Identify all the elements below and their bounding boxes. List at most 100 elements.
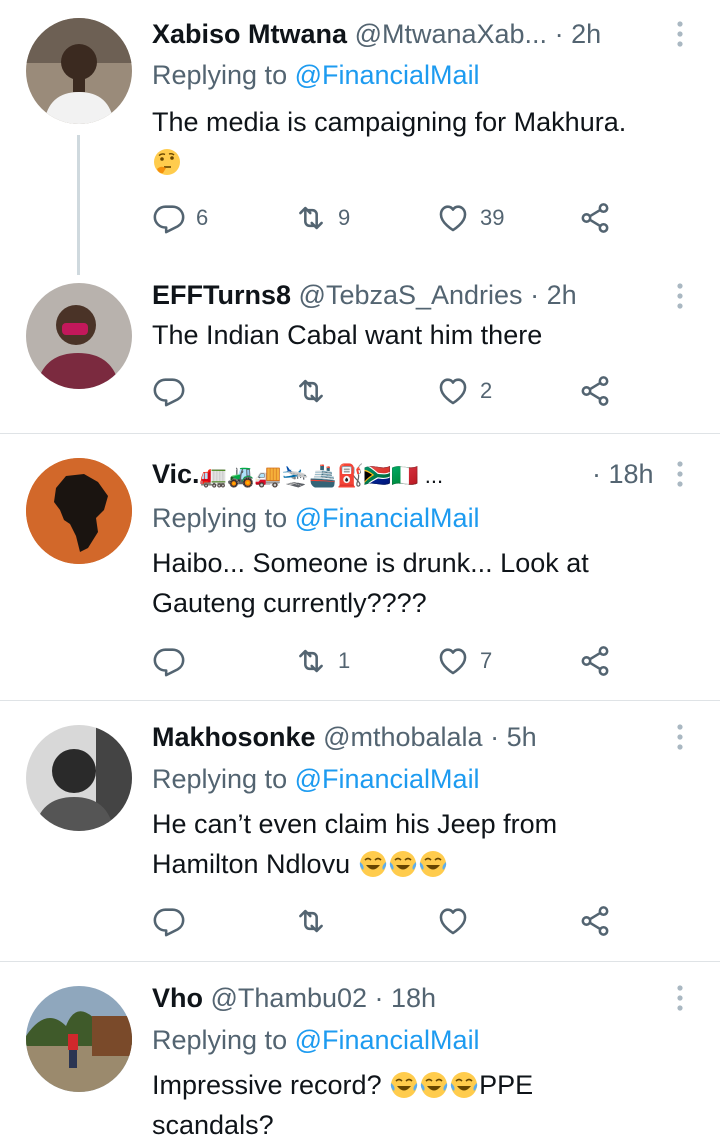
like-button[interactable]: 2 bbox=[436, 371, 492, 411]
author-handle[interactable]: @MtwanaXab... bbox=[355, 19, 548, 49]
reply-icon bbox=[152, 644, 186, 678]
tweet-actions: 2 bbox=[152, 371, 622, 411]
retweet-button[interactable]: 9 bbox=[294, 198, 350, 238]
timestamp[interactable]: · 18h bbox=[375, 983, 437, 1013]
tears-of-joy-icon bbox=[418, 849, 448, 879]
author-name[interactable]: EFFTurns8 bbox=[152, 280, 291, 310]
mention-link[interactable]: @FinancialMail bbox=[295, 503, 480, 533]
author-name[interactable]: Xabiso Mtwana bbox=[152, 19, 347, 49]
tweet-text: Impressive record? PPE scandals? bbox=[152, 1065, 692, 1145]
like-button[interactable] bbox=[436, 901, 470, 941]
replying-to: Replying to @FinancialMail bbox=[152, 58, 480, 92]
timestamp[interactable]: · 18h bbox=[592, 459, 654, 489]
more-options-icon[interactable] bbox=[670, 720, 690, 754]
reply-button[interactable] bbox=[152, 641, 186, 681]
tweet-actions bbox=[152, 901, 622, 941]
reply-icon bbox=[152, 374, 186, 408]
tweet-text: The Indian Cabal want him there bbox=[152, 320, 543, 350]
reply-icon bbox=[152, 201, 186, 235]
retweet-button[interactable] bbox=[294, 901, 328, 941]
replying-prefix: Replying to bbox=[152, 1025, 295, 1055]
avatar[interactable] bbox=[26, 458, 132, 564]
share-icon bbox=[578, 374, 612, 408]
share-button[interactable] bbox=[578, 371, 612, 411]
more-options-icon[interactable] bbox=[670, 17, 690, 51]
tears-of-joy-icon bbox=[419, 1070, 449, 1100]
like-button[interactable]: 39 bbox=[436, 198, 504, 238]
share-icon bbox=[578, 201, 612, 235]
name-emojis: 🚛🚜🚚🛬🚢⛽🇿🇦🇮🇹 ... bbox=[199, 463, 444, 488]
share-button[interactable] bbox=[578, 198, 612, 238]
replying-to: Replying to @FinancialMail bbox=[152, 501, 480, 535]
reply-button[interactable] bbox=[152, 901, 186, 941]
tweet-actions: 1 7 bbox=[152, 641, 622, 681]
tweet-vic[interactable]: Vic.🚛🚜🚚🛬🚢⛽🇿🇦🇮🇹 ... · 18h Replying to @Fi… bbox=[0, 434, 720, 700]
tweet-vho[interactable]: Vho @Thambu02 · 18h Replying to @Financi… bbox=[0, 962, 720, 1144]
retweet-button[interactable] bbox=[294, 371, 328, 411]
avatar[interactable] bbox=[26, 725, 132, 831]
share-icon bbox=[578, 904, 612, 938]
reply-count: 6 bbox=[196, 205, 209, 230]
tweet-header: Xabiso Mtwana @MtwanaXab... · 2h bbox=[152, 17, 601, 51]
mention-link[interactable]: @FinancialMail bbox=[295, 1025, 480, 1055]
like-count: 2 bbox=[480, 378, 493, 403]
replying-prefix: Replying to bbox=[152, 764, 295, 794]
tears-of-joy-icon bbox=[388, 849, 418, 879]
avatar[interactable] bbox=[26, 18, 132, 124]
tweet-text: He can’t even claim his Jeep from Hamilt… bbox=[152, 804, 692, 884]
reply-button[interactable] bbox=[152, 371, 186, 411]
tweet-xabiso[interactable]: Xabiso Mtwana @MtwanaXab... · 2h Replyin… bbox=[0, 0, 720, 275]
replying-prefix: Replying to bbox=[152, 60, 295, 90]
like-count: 7 bbox=[480, 648, 493, 673]
tweet-text-line: He can’t even claim his Jeep from bbox=[152, 809, 558, 839]
mention-link[interactable]: @FinancialMail bbox=[295, 764, 480, 794]
share-icon bbox=[578, 644, 612, 678]
share-button[interactable] bbox=[578, 641, 612, 681]
tweet-effturns8[interactable]: EFFTurns8 @TebzaS_Andries · 2h The India… bbox=[0, 275, 720, 433]
tweet-text-line: Impressive record? bbox=[152, 1070, 390, 1100]
tweet-makhosonke[interactable]: Makhosonke @mthobalala · 5h Replying to … bbox=[0, 701, 720, 961]
retweet-count: 1 bbox=[338, 648, 351, 673]
tweet-header: Vic.🚛🚜🚚🛬🚢⛽🇿🇦🇮🇹 ... bbox=[152, 457, 443, 493]
author-name[interactable]: Vic. bbox=[152, 459, 200, 489]
reply-icon bbox=[152, 904, 186, 938]
retweet-icon bbox=[294, 904, 328, 938]
replying-prefix: Replying to bbox=[152, 503, 295, 533]
avatar[interactable] bbox=[26, 283, 132, 389]
mention-link[interactable]: @FinancialMail bbox=[295, 60, 480, 90]
replying-to: Replying to @FinancialMail bbox=[152, 1023, 480, 1057]
tears-of-joy-icon bbox=[449, 1070, 479, 1100]
tweet-text: The media is campaigning for Makhura. bbox=[152, 102, 692, 182]
tweet-text-line: PPE bbox=[479, 1070, 534, 1100]
avatar[interactable] bbox=[26, 986, 132, 1092]
heart-icon bbox=[436, 904, 470, 938]
tweet-header: Vho @Thambu02 · 18h bbox=[152, 981, 436, 1015]
tweet-header: Makhosonke @mthobalala · 5h bbox=[152, 720, 537, 754]
retweet-icon bbox=[294, 374, 328, 408]
more-options-icon[interactable] bbox=[670, 981, 690, 1015]
tweet-text-line: scandals? bbox=[152, 1110, 274, 1140]
tweet-text-line: Hamilton Ndlovu bbox=[152, 849, 351, 879]
more-options-icon[interactable] bbox=[670, 279, 690, 313]
retweet-count: 9 bbox=[338, 205, 351, 230]
timestamp[interactable]: · 2h bbox=[530, 280, 577, 310]
author-handle[interactable]: @TebzaS_Andries bbox=[299, 280, 523, 310]
author-handle[interactable]: @Thambu02 bbox=[211, 983, 368, 1013]
author-name[interactable]: Vho bbox=[152, 983, 203, 1013]
tweet-text: Haibo... Someone is drunk... Look at Gau… bbox=[152, 543, 692, 623]
share-button[interactable] bbox=[578, 901, 612, 941]
author-handle[interactable]: @mthobalala bbox=[323, 722, 483, 752]
timestamp[interactable]: · 2h bbox=[555, 19, 602, 49]
author-name[interactable]: Makhosonke bbox=[152, 722, 316, 752]
retweet-button[interactable]: 1 bbox=[294, 641, 350, 681]
thinking-face-icon bbox=[152, 147, 182, 177]
tweet-time: · 18h bbox=[592, 457, 654, 491]
like-button[interactable]: 7 bbox=[436, 641, 492, 681]
reply-button[interactable]: 6 bbox=[152, 198, 208, 238]
tears-of-joy-icon bbox=[389, 1070, 419, 1100]
more-options-icon[interactable] bbox=[670, 457, 690, 491]
tweet-header: EFFTurns8 @TebzaS_Andries · 2h bbox=[152, 278, 577, 312]
timestamp[interactable]: · 5h bbox=[490, 722, 537, 752]
retweet-icon bbox=[294, 644, 328, 678]
heart-icon bbox=[436, 374, 470, 408]
